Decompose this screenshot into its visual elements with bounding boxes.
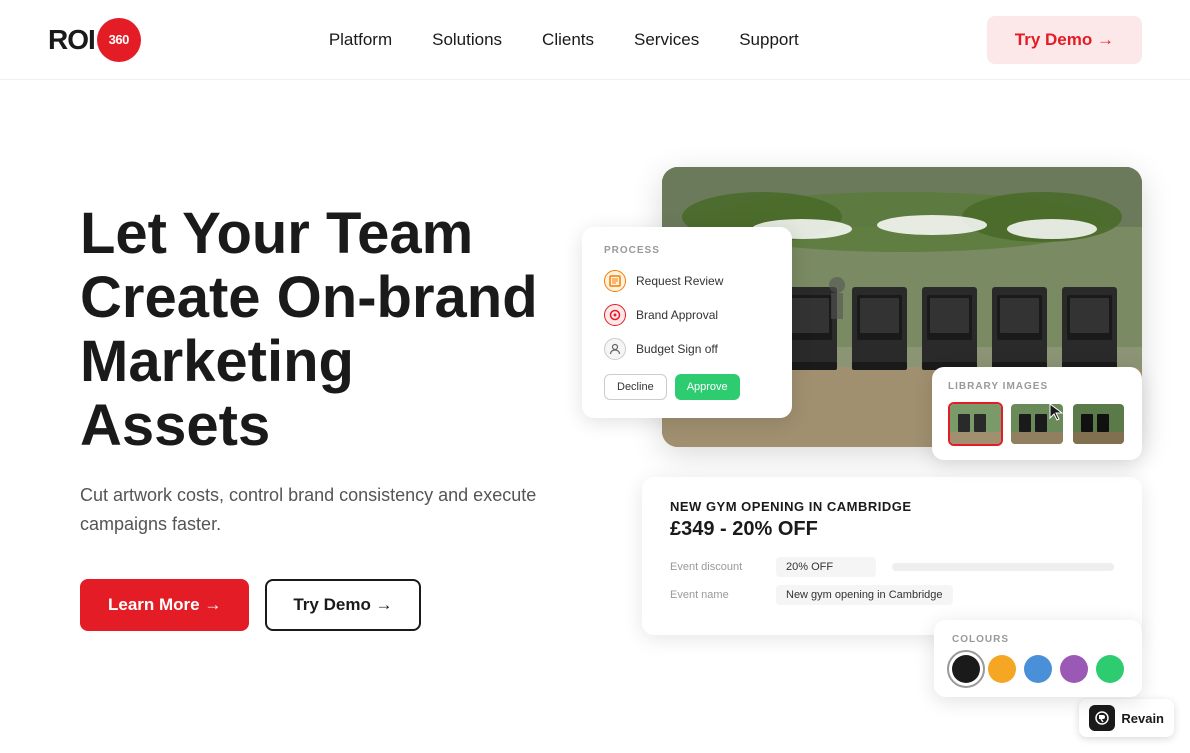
promo-card: NEW GYM OPENING IN CAMBRIDGE £349 - 20% … [642, 477, 1142, 635]
process-item-request: Request Review [604, 270, 770, 292]
hero-right: LIBRARY IMAGES PROCESS [582, 167, 1142, 667]
revain-badge: Revain [1079, 699, 1174, 737]
color-orange[interactable] [988, 655, 1016, 683]
process-brand-label: Brand Approval [636, 308, 718, 322]
process-label: PROCESS [604, 245, 770, 256]
promo-price: £349 - 20% OFF [670, 518, 1114, 541]
logo-badge: 360 [97, 18, 141, 62]
approve-button[interactable]: Approve [675, 374, 740, 400]
library-images-panel: LIBRARY IMAGES [932, 367, 1142, 460]
promo-field-discount: Event discount 20% OFF [670, 557, 1114, 577]
library-thumb-3[interactable] [1071, 402, 1126, 446]
colors-panel: COLOURS [934, 620, 1142, 697]
promo-title: NEW GYM OPENING IN CAMBRIDGE [670, 499, 1114, 514]
hero-buttons: Learn More → Try Demo → [80, 579, 540, 631]
color-green[interactable] [1096, 655, 1124, 683]
nav-services[interactable]: Services [634, 30, 699, 50]
process-panel: PROCESS Request Review Brand Approval Bu… [582, 227, 792, 418]
discount-bar [892, 563, 1114, 571]
library-thumbs [948, 402, 1126, 446]
nav-platform[interactable]: Platform [329, 30, 392, 50]
color-black[interactable] [952, 655, 980, 683]
learn-more-button[interactable]: Learn More → [80, 579, 249, 631]
try-demo-button[interactable]: Try Demo → [265, 579, 420, 631]
process-action-buttons: Decline Approve [604, 374, 770, 400]
cursor-icon [1048, 402, 1066, 424]
hero-left: Let Your Team Create On-brand Marketing … [80, 202, 540, 631]
event-name-value: New gym opening in Cambridge [776, 585, 953, 605]
color-dots [952, 655, 1124, 683]
library-label: LIBRARY IMAGES [948, 381, 1126, 392]
hero-heading: Let Your Team Create On-brand Marketing … [80, 202, 540, 457]
nav-links: Platform Solutions Clients Services Supp… [329, 30, 799, 50]
hero-section: Let Your Team Create On-brand Marketing … [0, 80, 1190, 753]
process-budget-label: Budget Sign off [636, 342, 718, 356]
revain-icon [1089, 705, 1115, 731]
nav-solutions[interactable]: Solutions [432, 30, 502, 50]
decline-button[interactable]: Decline [604, 374, 667, 400]
budget-signoff-icon [604, 338, 626, 360]
nav-support[interactable]: Support [739, 30, 799, 50]
logo[interactable]: ROI 360 [48, 18, 141, 62]
discount-value: 20% OFF [776, 557, 876, 577]
event-name-label: Event name [670, 589, 760, 601]
library-thumb-1[interactable] [948, 402, 1003, 446]
color-purple[interactable] [1060, 655, 1088, 683]
logo-text: ROI [48, 24, 95, 56]
process-item-budget: Budget Sign off [604, 338, 770, 360]
nav-try-demo-button[interactable]: Try Demo → [987, 16, 1142, 64]
hero-subtext: Cut artwork costs, control brand consist… [80, 481, 540, 539]
nav-clients[interactable]: Clients [542, 30, 594, 50]
navbar: ROI 360 Platform Solutions Clients Servi… [0, 0, 1190, 80]
color-blue[interactable] [1024, 655, 1052, 683]
discount-label: Event discount [670, 561, 760, 573]
colors-label: COLOURS [952, 634, 1124, 645]
promo-field-name: Event name New gym opening in Cambridge [670, 585, 1114, 605]
brand-approval-icon [604, 304, 626, 326]
process-item-brand: Brand Approval [604, 304, 770, 326]
revain-text: Revain [1121, 711, 1164, 726]
process-request-label: Request Review [636, 274, 723, 288]
promo-fields: Event discount 20% OFF Event name New gy… [670, 557, 1114, 605]
request-review-icon [604, 270, 626, 292]
